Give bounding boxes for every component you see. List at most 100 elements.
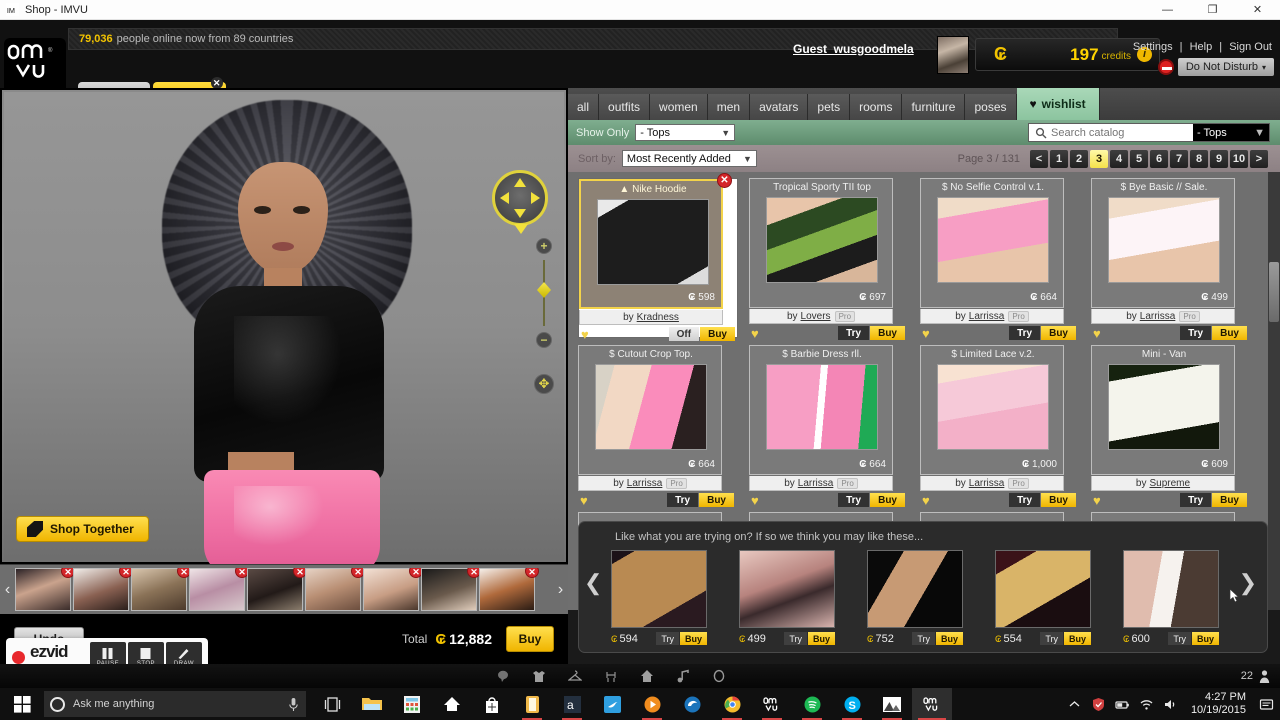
recommendation-buy-button[interactable]: Buy [1191, 632, 1219, 645]
strip-prev-button[interactable]: ‹ [0, 581, 15, 599]
recommendation-item[interactable]: ₢ 600 Try Buy [1123, 550, 1219, 645]
worn-item-thumbnail[interactable]: ✕ [189, 568, 249, 611]
shop-category-pets[interactable]: pets [808, 94, 851, 120]
product-try-button[interactable]: Off [668, 327, 700, 341]
product-image[interactable] [597, 199, 709, 285]
maximize-button[interactable]: ❐ [1190, 0, 1235, 20]
recommendations-prev-button[interactable]: ❮ [584, 570, 602, 596]
product-box[interactable]: Tropical Sporty TII top ₢ 697 [749, 178, 893, 308]
recommendation-buy-button[interactable]: Buy [679, 632, 707, 645]
worn-item-thumbnail[interactable]: ✕ [421, 568, 481, 611]
recommendation-image[interactable] [1123, 550, 1219, 628]
product-buy-button[interactable]: Buy [870, 326, 905, 340]
product-buy-button[interactable]: Buy [870, 493, 905, 507]
chat-icon[interactable] [496, 669, 510, 683]
product-creator-link[interactable]: Larrissa [969, 478, 1005, 489]
friends-indicator[interactable]: 22 [1241, 669, 1272, 684]
page-button-8[interactable]: 8 [1190, 149, 1208, 168]
product-card[interactable]: $ Limited Lace v.2. ₢ 1,000 by Larrissa Pro… [920, 345, 1080, 508]
hanger-icon[interactable] [568, 669, 582, 683]
recommendation-item[interactable]: ₢ 499 Try Buy [739, 550, 835, 645]
security-icon[interactable] [1091, 697, 1106, 712]
house-app-button[interactable] [432, 688, 472, 720]
volume-icon[interactable] [1163, 697, 1178, 712]
shop-category-poses[interactable]: poses [965, 94, 1017, 120]
product-try-button[interactable]: Try [838, 326, 870, 340]
wishlist-heart-icon[interactable]: ♥ [922, 493, 930, 508]
page-button-6[interactable]: 6 [1150, 149, 1168, 168]
zoom-slider-handle[interactable] [537, 282, 551, 298]
store-button[interactable] [472, 688, 512, 720]
product-creator-link[interactable]: Larrissa [969, 311, 1005, 322]
pan-tool-icon[interactable] [534, 374, 554, 394]
shop-category-all[interactable]: all [568, 94, 600, 120]
task-view-button[interactable] [312, 688, 352, 720]
product-card[interactable]: $ Bye Basic // Sale. ₢ 499 by Larrissa Pro ♥… [1091, 178, 1251, 341]
product-try-button[interactable]: Try [1009, 326, 1041, 340]
worn-item-thumbnail[interactable]: ✕ [73, 568, 133, 611]
recommendation-image[interactable] [867, 550, 963, 628]
show-only-dropdown[interactable]: - Tops ▼ [635, 124, 736, 141]
zoom-in-button[interactable]: + [536, 238, 552, 254]
microphone-icon[interactable] [289, 697, 298, 711]
product-try-button[interactable]: Try [1180, 493, 1212, 507]
strip-next-button[interactable]: › [553, 581, 568, 599]
worn-item-thumbnail[interactable]: ✕ [15, 568, 75, 611]
worn-item-thumbnail[interactable]: ✕ [131, 568, 191, 611]
username-link[interactable]: Guest_wusgoodmela [793, 42, 914, 56]
page-button->[interactable]: > [1250, 149, 1268, 168]
edge-button[interactable] [672, 688, 712, 720]
page-button-<[interactable]: < [1030, 149, 1048, 168]
settings-link[interactable]: Settings [1131, 41, 1175, 53]
recommendation-try-button[interactable]: Try [1040, 632, 1063, 645]
recommendation-item[interactable]: ₢ 752 Try Buy [867, 550, 963, 645]
product-image[interactable] [937, 197, 1049, 283]
page-button-10[interactable]: 10 [1230, 149, 1248, 168]
worn-item-thumbnail[interactable]: ✕ [247, 568, 307, 611]
product-box[interactable]: ▲ Nike Hoodie ₢ 598 [579, 179, 723, 309]
imvu-logo[interactable]: ® [4, 38, 66, 88]
product-card[interactable]: $ No Selfie Control v.1. ₢ 664 by Larrissa… [920, 178, 1080, 341]
product-box[interactable]: $ Bye Basic // Sale. ₢ 499 [1091, 178, 1235, 308]
remove-from-wishlist-icon[interactable]: ✕ [717, 173, 732, 188]
buy-all-button[interactable]: Buy [506, 626, 554, 652]
product-buy-button[interactable]: Buy [1041, 493, 1076, 507]
wishlist-heart-icon[interactable]: ♥ [580, 493, 588, 508]
product-buy-button[interactable]: Buy [699, 493, 734, 507]
product-creator-link[interactable]: Supreme [1149, 478, 1190, 489]
product-box[interactable]: $ No Selfie Control v.1. ₢ 664 [920, 178, 1064, 308]
product-box[interactable]: $ Cutout Crop Top. ₢ 664 [578, 345, 722, 475]
search-input[interactable] [1051, 126, 1193, 139]
media-player-button[interactable] [632, 688, 672, 720]
search-category-dropdown[interactable]: - Tops ▼ [1193, 124, 1269, 141]
user-avatar-thumbnail[interactable] [937, 36, 969, 74]
product-buy-button[interactable]: Buy [1212, 493, 1247, 507]
action-center-icon[interactable] [1259, 697, 1274, 712]
product-try-button[interactable]: Try [1180, 326, 1212, 340]
skype-button[interactable]: S [832, 688, 872, 720]
recommendations-next-button[interactable]: ❯ [1239, 570, 1257, 596]
worn-item-thumbnail[interactable]: ✕ [479, 568, 539, 611]
worn-item-thumbnail[interactable]: ✕ [305, 568, 365, 611]
page-button-2[interactable]: 2 [1070, 149, 1088, 168]
page-button-1[interactable]: 1 [1050, 149, 1068, 168]
nav-down-arrow-icon[interactable] [514, 209, 526, 218]
twitter-button[interactable] [592, 688, 632, 720]
recommendation-buy-button[interactable]: Buy [1063, 632, 1091, 645]
shop-category-wishlist[interactable]: ♥ wishlist [1016, 88, 1100, 120]
product-image[interactable] [766, 197, 878, 283]
product-buy-button[interactable]: Buy [1212, 326, 1247, 340]
wishlist-heart-icon[interactable]: ♥ [1093, 326, 1101, 341]
minimize-button[interactable]: — [1145, 0, 1190, 20]
mask-icon[interactable] [712, 669, 726, 683]
recommendation-try-button[interactable]: Try [784, 632, 807, 645]
product-buy-button[interactable]: Buy [700, 327, 735, 341]
chrome-button[interactable] [712, 688, 752, 720]
nav-right-arrow-icon[interactable] [531, 192, 540, 204]
product-box[interactable]: Mini - Van ₢ 609 [1091, 345, 1235, 475]
photos-button[interactable] [872, 688, 912, 720]
product-creator-link[interactable]: Larrissa [798, 478, 834, 489]
page-button-9[interactable]: 9 [1210, 149, 1228, 168]
page-button-4[interactable]: 4 [1110, 149, 1128, 168]
battery-icon[interactable] [1115, 697, 1130, 712]
